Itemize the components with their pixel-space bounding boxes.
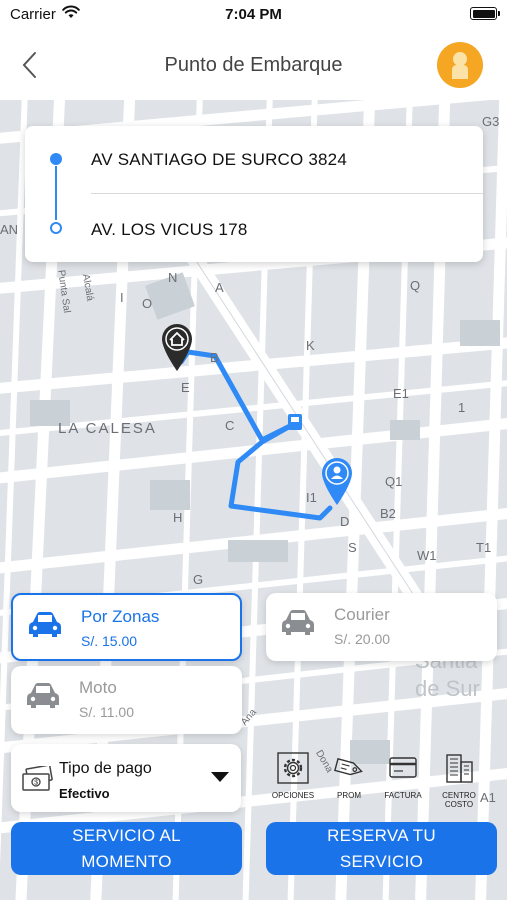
car-icon	[27, 683, 59, 708]
profile-avatar-button[interactable]	[437, 42, 483, 88]
car-icon	[282, 610, 314, 635]
service-name: Por Zonas	[81, 607, 160, 626]
destination-user-pin-icon[interactable]	[320, 456, 354, 506]
svg-text:$: $	[34, 780, 38, 787]
cash-icon: $	[22, 766, 53, 791]
reserve-label-line2: SERVICIO	[339, 852, 424, 871]
origin-home-pin-icon[interactable]	[160, 322, 194, 372]
cost-center-button[interactable]: CENTRO COSTO	[435, 752, 483, 809]
service-option-moto[interactable]: Moto S/. 11.00	[11, 666, 242, 734]
promo-label: PROM	[337, 791, 361, 800]
battery-icon	[470, 7, 500, 20]
building-icon	[446, 754, 473, 783]
payment-type-select[interactable]: $ Tipo de pago Efectivo	[11, 744, 241, 812]
invoice-card-icon	[389, 757, 417, 778]
map-label: AN	[0, 222, 19, 237]
map-label-la-calesa: LA CALESA	[58, 420, 157, 437]
map-label: W1	[417, 548, 437, 563]
map-label: E1	[393, 386, 409, 401]
map-label-de-sur: de Sur	[415, 676, 480, 701]
map-label: E	[181, 380, 190, 395]
divider	[91, 193, 483, 194]
reserve-service-button[interactable]: RESERVA TU SERVICIO	[266, 822, 497, 875]
map-label: D	[340, 514, 350, 529]
service-name: Courier	[334, 605, 390, 624]
map-label: K	[306, 338, 315, 353]
map-label: O	[142, 296, 153, 311]
service-price: S/. 11.00	[79, 704, 135, 720]
map-label: H	[173, 510, 183, 525]
map-label: 1	[458, 400, 466, 415]
map-label: T1	[476, 540, 492, 555]
service-option-courier[interactable]: Courier S/. 20.00	[266, 593, 497, 661]
car-icon	[29, 612, 61, 637]
caret-down-icon	[211, 772, 229, 782]
route-connector-line	[55, 166, 57, 220]
gear-icon	[277, 752, 309, 784]
service-now-label-line2: MOMENTO	[81, 852, 172, 871]
service-now-button[interactable]: SERVICIO AL MOMENTO	[11, 822, 242, 875]
map-label: Q1	[385, 474, 403, 489]
payment-value: Efectivo	[59, 786, 110, 801]
invoice-button[interactable]: FACTURA	[379, 752, 427, 808]
status-bar: Carrier 7:04 PM	[0, 0, 507, 30]
map-label: B	[210, 350, 219, 365]
service-name: Moto	[79, 678, 117, 697]
cost-center-label: CENTRO COSTO	[442, 791, 476, 809]
destination-address-field[interactable]: AV. LOS VICUS 178	[91, 220, 247, 240]
map-label: G	[193, 572, 204, 587]
map-label: S	[348, 540, 357, 555]
map-label: N	[168, 270, 178, 285]
service-price: S/. 20.00	[334, 631, 391, 647]
page-title: Punto de Embarque	[164, 54, 343, 76]
map-label: G3	[482, 114, 500, 129]
payment-title: Tipo de pago	[59, 760, 152, 777]
destination-dot-icon	[50, 222, 62, 234]
origin-dot-icon	[50, 153, 62, 165]
map-label: C	[225, 418, 235, 433]
options-button[interactable]: OPCIONES	[269, 752, 317, 808]
nav-bar: Punto de Embarque	[0, 30, 507, 100]
service-price: S/. 15.00	[81, 633, 138, 649]
route-address-card: AV SANTIAGO DE SURCO 3824 AV. LOS VICUS …	[25, 126, 483, 262]
origin-address-field[interactable]: AV SANTIAGO DE SURCO 3824	[91, 150, 347, 170]
clock: 7:04 PM	[225, 6, 282, 23]
options-label: OPCIONES	[271, 791, 315, 800]
map-label: B2	[380, 506, 396, 521]
tag-icon	[334, 757, 363, 776]
service-now-label-line1: SERVICIO AL	[72, 826, 181, 845]
service-option-por-zonas[interactable]: Por Zonas S/. 15.00	[11, 593, 242, 661]
invoice-label: FACTURA	[384, 791, 422, 800]
map-label: Q	[410, 278, 421, 293]
map-label: I	[120, 290, 124, 305]
promo-button[interactable]: PROM	[325, 752, 373, 808]
map-label: A	[215, 280, 224, 295]
map-label: I1	[306, 490, 317, 505]
user-bust-icon	[452, 52, 468, 79]
reserve-label-line1: RESERVA TU	[327, 826, 436, 845]
